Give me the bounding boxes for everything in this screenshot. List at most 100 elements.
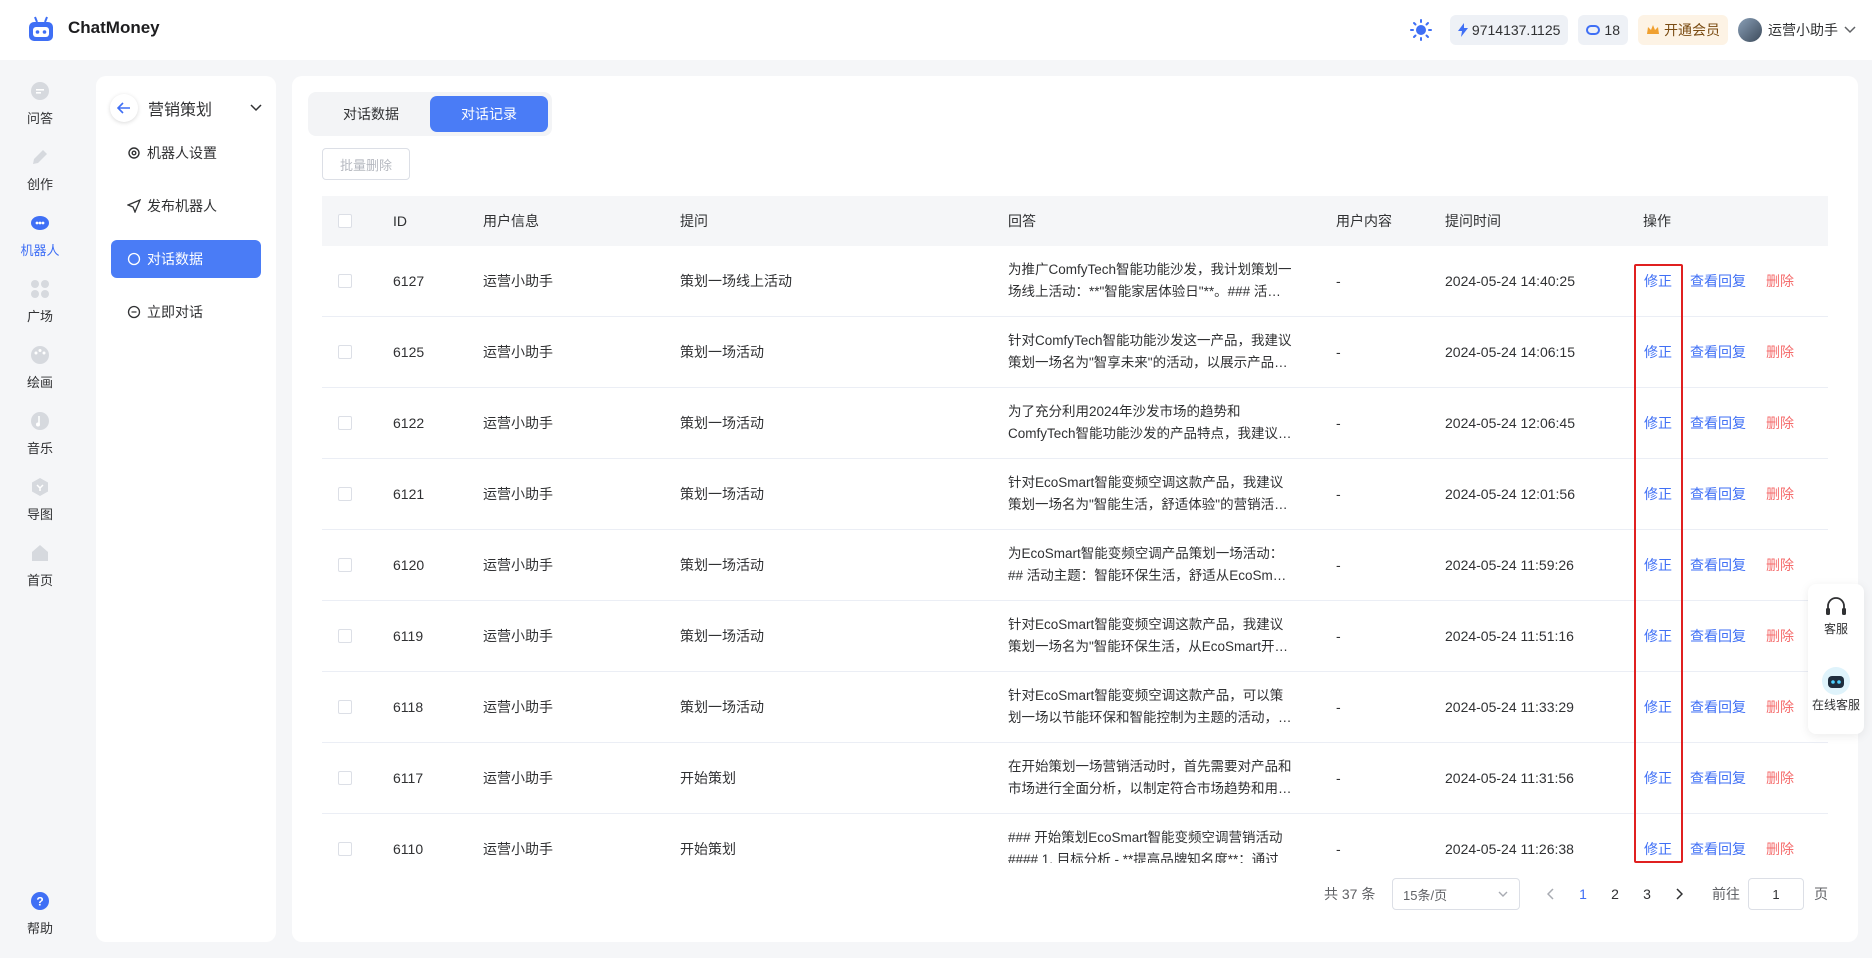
vip-button[interactable]: 开通会员 [1638,15,1728,45]
pencil-icon [33,150,47,164]
delete-link[interactable]: 删除 [1766,317,1794,388]
gear-icon [128,147,140,159]
cell-question: 策划一场线上活动 [680,273,792,289]
sidebar-item-robot-settings[interactable]: 机器人设置 [111,134,261,172]
delete-link[interactable]: 删除 [1766,601,1794,672]
cell-user: 运营小助手 [483,628,553,644]
sidebar-item-chat-data[interactable]: 对话数据 [111,240,261,278]
row-checkbox[interactable] [338,629,352,643]
rail-label: 帮助 [26,921,53,936]
edit-link[interactable]: 修正 [1644,672,1672,743]
batch-delete-button[interactable]: 批量删除 [322,148,410,180]
row-checkbox[interactable] [338,771,352,785]
row-checkbox[interactable] [338,558,352,572]
rail-item-help[interactable]: ? 帮助 [0,890,80,946]
delete-link[interactable]: 删除 [1766,459,1794,530]
page-1-button[interactable]: 1 [1569,878,1597,910]
rail-item-create[interactable]: 创作 [0,146,80,202]
delete-link[interactable]: 删除 [1766,814,1794,863]
sidebar-item-chat-now[interactable]: 立即对话 [111,293,261,331]
avatar [1738,18,1762,42]
sidebar-header: 营销策划 [110,90,262,126]
next-page-button[interactable] [1665,878,1693,910]
table-row: 6125 运营小助手 策划一场活动 针对ComfyTech智能功能沙发这一产品，我建议… [322,317,1828,388]
count-badge[interactable]: 18 [1578,15,1628,45]
tab-chat-records[interactable]: 对话记录 [430,96,548,132]
view-reply-link[interactable]: 查看回复 [1690,743,1746,814]
delete-link[interactable]: 删除 [1766,246,1794,317]
edit-link[interactable]: 修正 [1644,246,1672,317]
edit-link[interactable]: 修正 [1644,530,1672,601]
cell-id: 6127 [393,273,425,289]
rail-item-robot[interactable]: 机器人 [0,212,80,268]
sidebar-title: 营销策划 [148,102,213,119]
balance-badge[interactable]: 9714137.1125 [1449,15,1569,45]
view-reply-link[interactable]: 查看回复 [1690,601,1746,672]
cell-user-content: - [1336,841,1341,857]
view-reply-link[interactable]: 查看回复 [1690,459,1746,530]
answer-line-1: 针对EcoSmart智能变频空调这款产品，我建议 [1008,617,1284,632]
col-user-content: 用户内容 [1336,213,1392,229]
view-reply-link[interactable]: 查看回复 [1690,388,1746,459]
edit-link[interactable]: 修正 [1644,743,1672,814]
online-service-button[interactable]: 在线客服 [1808,666,1864,713]
cell-answer: 针对EcoSmart智能变频空调这款产品，我建议 策划一场名为"智能生活，舒适体验… [1008,472,1308,516]
sidebar-item-publish[interactable]: 发布机器人 [111,187,261,225]
cell-id: 6120 [393,557,425,573]
cell-user-content: - [1336,344,1341,360]
user-menu[interactable]: 运营小助手 [1738,18,1856,42]
page-3-button[interactable]: 3 [1633,878,1661,910]
answer-line-2: 策划一场名为"智享未来"的活动，以展示产品… [1008,355,1288,370]
row-checkbox[interactable] [338,274,352,288]
count-value: 18 [1604,22,1620,38]
answer-line-1: 为推广ComfyTech智能功能沙发，我计划策划一 [1008,262,1292,277]
delete-link[interactable]: 删除 [1766,672,1794,743]
chat-bubble-icon [31,82,49,100]
edit-link[interactable]: 修正 [1644,459,1672,530]
rail-item-mindmap[interactable]: 导图 [0,476,80,532]
view-reply-link[interactable]: 查看回复 [1690,317,1746,388]
view-reply-link[interactable]: 查看回复 [1690,530,1746,601]
chevron-down-icon[interactable] [250,104,262,112]
tab-chat-data[interactable]: 对话数据 [312,96,430,132]
rail-item-qa[interactable]: 问答 [0,80,80,136]
view-reply-link[interactable]: 查看回复 [1690,246,1746,317]
table-header: ID 用户信息 提问 回答 用户内容 提问时间 操作 [322,196,1828,246]
select-all-checkbox[interactable] [338,214,352,228]
row-checkbox[interactable] [338,345,352,359]
sun-theme-icon[interactable] [1409,19,1432,41]
row-checkbox[interactable] [338,487,352,501]
row-checkbox[interactable] [338,416,352,430]
row-checkbox[interactable] [338,842,352,856]
rail-label: 音乐 [26,441,53,456]
rail-item-home[interactable]: 首页 [0,542,80,598]
page-2-button[interactable]: 2 [1601,878,1629,910]
page-size-select[interactable]: 15条/页 [1392,878,1520,910]
chevron-down-icon [1844,26,1856,34]
edit-link[interactable]: 修正 [1644,317,1672,388]
cell-user-content: - [1336,486,1341,502]
view-reply-link[interactable]: 查看回复 [1690,672,1746,743]
cell-time: 2024-05-24 11:31:56 [1445,770,1574,786]
table-row: 6110 运营小助手 开始策划 ### 开始策划EcoSmart智能变频空调营销活动 #… [322,814,1828,863]
edit-link[interactable]: 修正 [1644,388,1672,459]
cell-user: 运营小助手 [483,415,553,431]
edit-link[interactable]: 修正 [1644,814,1672,863]
row-checkbox[interactable] [338,700,352,714]
prev-page-button[interactable] [1537,878,1565,910]
customer-service-button[interactable]: 客服 [1808,594,1864,637]
delete-link[interactable]: 删除 [1766,743,1794,814]
rail-item-paint[interactable]: 绘画 [0,344,80,400]
rail-item-music[interactable]: 音乐 [0,410,80,466]
delete-link[interactable]: 删除 [1766,530,1794,601]
col-question: 提问 [680,213,708,229]
delete-link[interactable]: 删除 [1766,388,1794,459]
rail-item-plaza[interactable]: 广场 [0,278,80,334]
edit-link[interactable]: 修正 [1644,601,1672,672]
goto-page-input[interactable]: 1 [1748,878,1804,910]
cell-answer: 针对EcoSmart智能变频空调这款产品，可以策 划一场以节能环保和智能控制为主题… [1008,685,1308,729]
view-reply-link[interactable]: 查看回复 [1690,814,1746,863]
music-icon [31,412,49,430]
robot-logo-icon[interactable] [26,16,56,44]
back-button[interactable] [110,94,138,122]
